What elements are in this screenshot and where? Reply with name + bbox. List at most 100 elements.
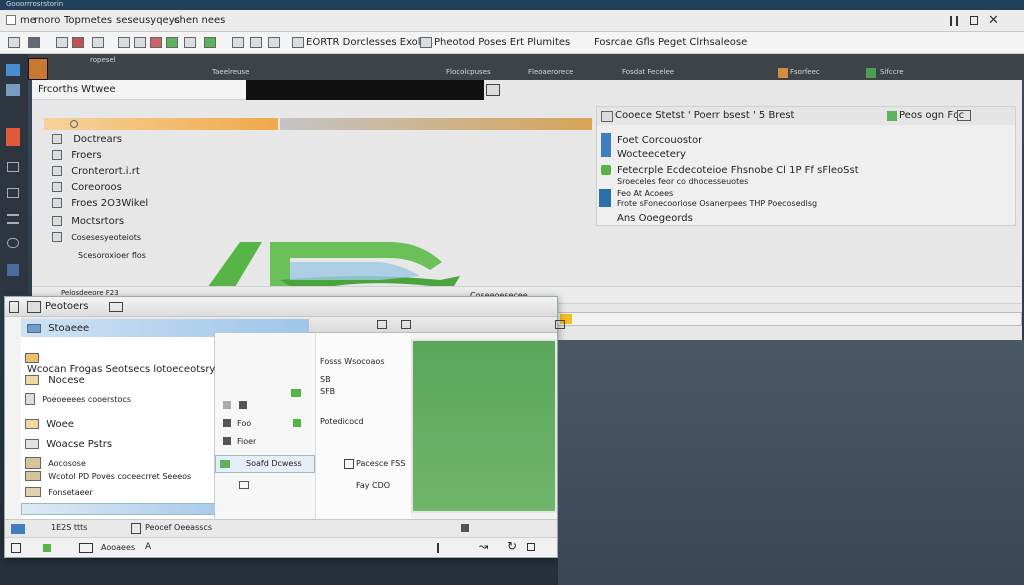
- tab-item[interactable]: ropesel: [90, 56, 116, 64]
- column-icon[interactable]: [555, 320, 565, 329]
- doc-icon[interactable]: [420, 37, 432, 48]
- list-item[interactable]: Fonsetaeer: [25, 487, 93, 498]
- tab-item[interactable]: Fleoaerorece: [528, 68, 573, 76]
- menu-item[interactable]: chen nees: [174, 15, 225, 26]
- dialog-tab-icon: [109, 302, 123, 312]
- chat-icon[interactable]: [957, 110, 971, 121]
- cut-icon[interactable]: [118, 37, 130, 48]
- column-icon[interactable]: [401, 320, 411, 329]
- pin-icon[interactable]: [437, 543, 443, 553]
- open-icon[interactable]: [28, 37, 40, 48]
- list-item-label: Cosesesyeoteiots: [71, 233, 142, 242]
- list-icon[interactable]: [268, 37, 280, 48]
- list-item[interactable]: Coreoroos: [52, 182, 122, 193]
- tab-item[interactable]: Fsorfeec: [790, 68, 820, 76]
- menu-bar: me rnoro Topmetes seseusyqeys chen nees …: [0, 10, 1024, 32]
- new-icon[interactable]: [8, 37, 20, 48]
- list-item-label: Froers: [71, 150, 102, 161]
- tab-item[interactable]: Taeelreuse: [212, 68, 249, 76]
- toolbar-label-2[interactable]: Pheotod Poses Ert Plumites: [434, 37, 570, 48]
- small-icon[interactable]: [461, 524, 469, 532]
- list-item[interactable]: Scesoroxioer flos: [78, 250, 146, 261]
- small-icon[interactable]: [223, 401, 231, 409]
- green-chip-icon[interactable]: [43, 544, 51, 552]
- green-tool-icon[interactable]: [166, 37, 178, 48]
- dock-share-icon[interactable]: [7, 238, 19, 248]
- small-icon[interactable]: [223, 437, 231, 445]
- small-icon[interactable]: [239, 481, 249, 489]
- close-icon[interactable]: ✕: [988, 13, 999, 28]
- file-icon: [52, 150, 62, 160]
- scroll-up-icon[interactable]: [70, 120, 78, 128]
- image-icon-tab[interactable]: [486, 84, 500, 96]
- minimize-icon[interactable]: [950, 16, 958, 26]
- orange-swatch-icon: [778, 68, 788, 78]
- text-icon[interactable]: [232, 37, 244, 48]
- chart-icon[interactable]: [184, 37, 196, 48]
- list-item[interactable]: Wcotol PD Poves coceecrret Seeeos: [25, 471, 191, 482]
- list-item[interactable]: Nocese: [25, 375, 85, 386]
- dock-copy-icon[interactable]: [7, 188, 19, 198]
- list-item[interactable]: Froers: [52, 150, 102, 161]
- toolbar: EORTR Dorclesses Exolirs Pheotod Poses E…: [0, 32, 1024, 54]
- detail-bottom: Pacesce FSS: [356, 459, 406, 468]
- list-item[interactable]: Moctsrtors: [52, 216, 124, 227]
- list-item[interactable]: Cosesesyeoteiots: [52, 232, 141, 243]
- toolbar-label-1[interactable]: EORTR Dorclesses Exolirs: [306, 37, 433, 48]
- list-item[interactable]: Poeoeeees cooerstocs: [25, 393, 131, 405]
- format-icon[interactable]: [150, 37, 162, 48]
- menu-item[interactable]: seseusyqeys: [116, 15, 180, 26]
- tab-item[interactable]: Sifccre: [880, 68, 904, 76]
- copy-icon[interactable]: [134, 37, 146, 48]
- selection-highlight: [44, 118, 278, 130]
- list-item[interactable]: Stoaeee: [27, 323, 89, 334]
- doc-icon[interactable]: [292, 37, 304, 48]
- dock-thumb[interactable]: [28, 58, 48, 80]
- dialog-tab-label[interactable]: Pelosdeeore F23: [61, 289, 119, 297]
- list-item-label: Nocese: [48, 375, 85, 386]
- mid-button[interactable]: Soafd Dcwess: [215, 455, 315, 473]
- dock-settings-icon[interactable]: [7, 264, 19, 276]
- small-icon[interactable]: [223, 419, 231, 427]
- menu-item[interactable]: Topmetes: [64, 15, 112, 26]
- left-panel-title: Frcorths Wtwee: [38, 84, 116, 95]
- list-item[interactable]: Froes 2O3Wikel: [52, 198, 148, 209]
- window-icon[interactable]: [11, 543, 21, 553]
- dock-app-icon[interactable]: [6, 128, 20, 146]
- dock-menu-icon[interactable]: [7, 214, 19, 224]
- save-icon[interactable]: [56, 37, 68, 48]
- right-line: Wocteecetery: [617, 149, 686, 160]
- folder-icon: [25, 457, 41, 469]
- dropdown-icon[interactable]: [527, 543, 535, 551]
- link-icon[interactable]: [250, 37, 262, 48]
- tab-item[interactable]: Flocolcpuses: [446, 68, 491, 76]
- toolbar-label-3[interactable]: Fosrcae Gfls Peget Clrhsaleose: [594, 37, 747, 48]
- restore-icon[interactable]: [970, 16, 978, 25]
- menu-item[interactable]: rnoro: [34, 15, 60, 26]
- paste-icon[interactable]: [72, 37, 84, 48]
- folder-icon: [25, 419, 39, 429]
- tab-item[interactable]: Fosdat Fecelee: [622, 68, 674, 76]
- mid-label: Fioer: [237, 437, 257, 446]
- dock-folder-icon[interactable]: [6, 64, 20, 76]
- small-icon[interactable]: [239, 401, 247, 409]
- list-item[interactable]: Woee: [25, 419, 74, 430]
- arrow-icon[interactable]: ↝: [479, 540, 488, 553]
- dock-photo-icon[interactable]: [6, 84, 20, 96]
- right-line: Foet Corcouostor: [617, 135, 703, 146]
- right-panel-header: Cooece Stetst ' Poerr bsest ' 5 Brest Pe…: [597, 107, 1015, 125]
- list-item[interactable]: Aocosose: [25, 457, 86, 469]
- list-item[interactable]: Woacse Pstrs: [25, 439, 112, 450]
- folder-icon: [11, 524, 25, 534]
- list-item[interactable]: Wcocan Frogas Seotsecs lotoeceotsry: [25, 353, 215, 375]
- dock-grid-icon[interactable]: [7, 162, 19, 172]
- refresh-icon[interactable]: ↻: [507, 539, 517, 553]
- image-icon[interactable]: [204, 37, 216, 48]
- column-icon[interactable]: [377, 320, 387, 329]
- right-panel-header-right[interactable]: Peos ogn Fcc: [899, 110, 964, 121]
- window-icon[interactable]: [92, 37, 104, 48]
- scrollbar-track[interactable]: [556, 312, 1022, 326]
- list-item[interactable]: Doctrears: [52, 134, 122, 145]
- image-icon[interactable]: [79, 543, 93, 553]
- list-item[interactable]: Cronterort.i.rt: [52, 166, 140, 177]
